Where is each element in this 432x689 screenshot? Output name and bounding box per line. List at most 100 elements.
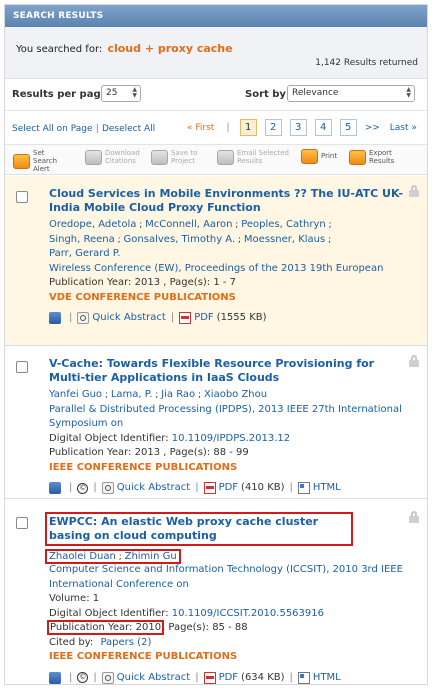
result-conference: IEEE CONFERENCE PUBLICATIONS (49, 651, 238, 662)
pdf-link[interactable]: PDF (219, 481, 238, 496)
save-to-project-button[interactable]: Save to Project (151, 149, 203, 165)
select-arrows-icon: ▲ ▼ (132, 86, 137, 99)
action-divider: | (289, 482, 293, 493)
author-link[interactable]: Zhimin Gu (125, 551, 177, 562)
email-selected-button[interactable]: Email Selected Results (217, 149, 293, 165)
action-divider: | (195, 671, 199, 683)
cited-by-link[interactable]: Papers (2) (100, 637, 151, 648)
author-link[interactable]: Peoples, Cathryn (241, 219, 326, 230)
action-divider: | (69, 482, 73, 493)
pdf-link[interactable]: PDF (219, 671, 238, 685)
doi-link[interactable]: 10.1109/ICCSIT.2010.5563916 (172, 608, 324, 619)
magnifier-icon (101, 671, 114, 684)
pdf-size: (1555 KB) (216, 312, 267, 323)
magnifier-icon (101, 482, 114, 495)
page-link-2[interactable]: 2 (264, 119, 282, 136)
author-link[interactable]: Jia Rao (161, 389, 195, 400)
html-icon (297, 482, 310, 495)
author-link[interactable]: McConnell, Aaron (145, 219, 232, 230)
author-link[interactable]: Moessner, Klaus (244, 234, 325, 245)
results-count: 1,142 Results returned (315, 58, 418, 68)
export-results-button[interactable]: Export Results (349, 149, 403, 165)
highlighted-authors: Zhaolei Duan ; Zhimin Gu (45, 549, 181, 564)
result-volume: Volume: 1 (49, 593, 100, 604)
results-toolbar: Set Search Alert Download Citations Save… (5, 145, 427, 175)
author-link[interactable]: Yanfei Guo (49, 389, 102, 400)
doi-label: Digital Object Identifier: (49, 607, 169, 619)
result-publication-link[interactable]: Computer Science and Information Technol… (49, 563, 407, 592)
author-link[interactable]: Gonsalves, Timothy A. (124, 234, 236, 245)
lock-icon (409, 355, 419, 367)
quick-abstract-link[interactable]: Quick Abstract (92, 311, 165, 326)
search-results-panel: SEARCH RESULTS You searched for: cloud +… (4, 4, 428, 685)
results-per-page-label: Results per page (12, 89, 108, 100)
html-link[interactable]: HTML (313, 481, 341, 496)
result-pub-year-line: Publication Year: 2010, Page(s): 85 - 88 (46, 620, 407, 636)
first-page-link[interactable]: « First (187, 123, 214, 133)
html-link[interactable]: HTML (313, 671, 341, 685)
result-checkbox[interactable] (16, 361, 28, 373)
result-item: EWPCC: An elastic Web proxy cache cluste… (5, 499, 427, 685)
pdf-icon (203, 671, 216, 684)
pager-separator: | (226, 122, 230, 133)
quick-abstract-link[interactable]: Quick Abstract (117, 481, 190, 496)
print-label: Print (321, 152, 338, 160)
result-doi: Digital Object Identifier: 10.1109/ICCSI… (49, 607, 407, 622)
result-pages: , Page(s): 85 - 88 (162, 622, 248, 633)
result-title-link[interactable]: V-Cache: Towards Flexible Resource Provi… (49, 357, 407, 385)
author-link[interactable]: Lama, P. (111, 389, 153, 400)
cited-by-label: Cited by: (49, 636, 94, 648)
search-summary-label: You searched for: cloud + proxy cache (16, 42, 233, 55)
author-link[interactable]: Singh, Reena (49, 234, 115, 245)
search-summary: You searched for: cloud + proxy cache 1,… (5, 27, 427, 79)
panel-header: SEARCH RESULTS (5, 5, 427, 27)
selection-pager-row: Select All on Page | Deselect All « Firs… (5, 111, 427, 145)
pdf-link[interactable]: PDF (194, 311, 213, 326)
result-title-link[interactable]: EWPCC: An elastic Web proxy cache cluste… (45, 512, 353, 546)
export-icon (349, 149, 366, 165)
sort-by-select[interactable]: Relevance ▲ ▼ (287, 85, 415, 102)
set-search-alert-button[interactable]: Set Search Alert (13, 149, 67, 173)
results-per-page-select[interactable]: 25 ▲ ▼ (101, 85, 141, 102)
doi-link[interactable]: 10.1109/IPDPS.2013.12 (172, 433, 290, 444)
print-button[interactable]: Print (301, 149, 345, 164)
save-to-project-label: Save to Project (171, 149, 198, 165)
selection-separator: | (95, 124, 99, 134)
result-publication-link[interactable]: Wireless Conference (EW), Proceedings of… (49, 262, 407, 277)
result-item: V-Cache: Towards Flexible Resource Provi… (5, 346, 427, 499)
results-per-page-value: 25 (106, 88, 118, 98)
author-link[interactable]: Xiaobo Zhou (204, 389, 267, 400)
searched-for-label: You searched for: (16, 44, 103, 55)
page-link-4[interactable]: 4 (314, 119, 332, 136)
next-pages-link[interactable]: >> (365, 123, 380, 133)
select-arrows-icon: ▲ ▼ (406, 86, 411, 99)
result-doi: Digital Object Identifier: 10.1109/IPDPS… (49, 432, 407, 447)
page-link-3[interactable]: 3 (289, 119, 307, 136)
pdf-size: (410 KB) (241, 482, 285, 493)
page-link-5[interactable]: 5 (339, 119, 357, 136)
sort-by-label: Sort by: (245, 89, 290, 100)
author-link[interactable]: Parr, Gerard P. (49, 248, 120, 259)
deselect-all-link[interactable]: Deselect All (102, 124, 155, 134)
download-citations-button[interactable]: Download Citations (85, 149, 143, 165)
result-publication-link[interactable]: Parallel & Distributed Processing (IPDPS… (49, 403, 407, 432)
result-actions: | © | Quick Abstract | PDF (634 KB) | HT… (49, 671, 407, 685)
html-icon (297, 671, 310, 684)
sort-by-value: Relevance (292, 88, 339, 98)
download-icon (85, 149, 102, 165)
quick-abstract-link[interactable]: Quick Abstract (117, 671, 190, 685)
author-link[interactable]: Oredope, Adetola (49, 219, 136, 230)
result-checkbox[interactable] (16, 517, 28, 529)
select-all-link[interactable]: Select All on Page (12, 124, 93, 134)
result-conference: VDE CONFERENCE PUBLICATIONS (49, 291, 236, 303)
result-pub-year: Publication Year: 2010 (46, 620, 165, 635)
author-link[interactable]: Zhaolei Duan (49, 551, 116, 562)
last-page-link[interactable]: Last » (390, 123, 417, 133)
page-link-1[interactable]: 1 (239, 119, 257, 136)
pdf-icon (203, 482, 216, 495)
action-divider: | (93, 482, 97, 493)
result-checkbox[interactable] (16, 191, 28, 203)
result-actions: | © | Quick Abstract | PDF (410 KB) | HT… (49, 481, 407, 496)
result-title-link[interactable]: Cloud Services in Mobile Environments ??… (49, 187, 407, 215)
result-item: Cloud Services in Mobile Environments ??… (5, 176, 427, 346)
